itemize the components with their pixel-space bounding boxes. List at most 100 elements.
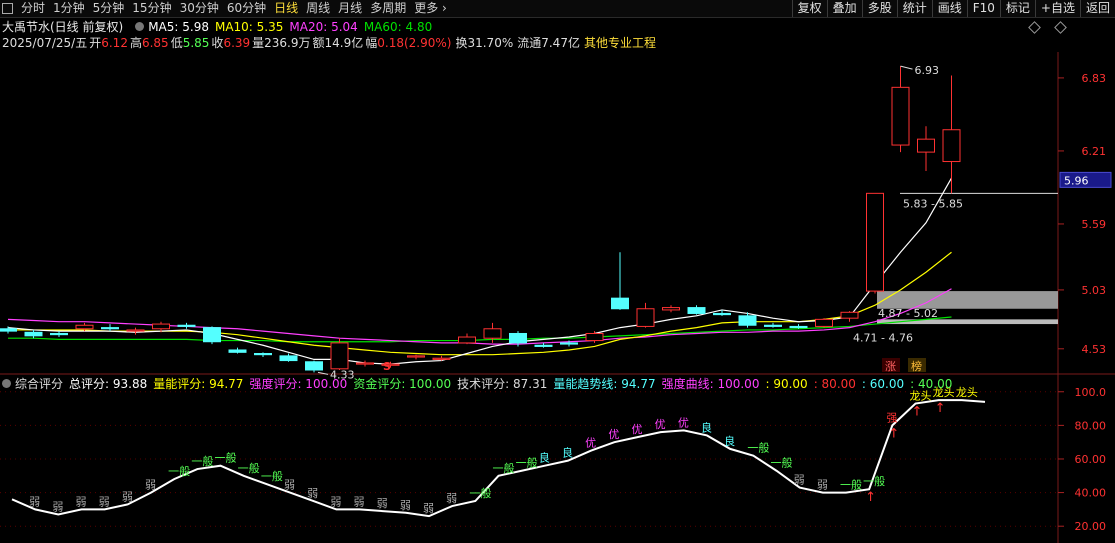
- toolbar-buttons: 复权 叠加 多股 统计 画线 F10 标记 +自选 返回: [791, 0, 1115, 17]
- industry[interactable]: 其他专业工程: [584, 34, 656, 51]
- score-label-26: 优: [632, 423, 643, 436]
- window-icon[interactable]: [2, 3, 13, 14]
- close-key: 收: [211, 36, 224, 50]
- low-key: 低: [170, 36, 183, 50]
- score-label-8: 一般: [215, 452, 237, 465]
- candle-body-32: [815, 318, 833, 327]
- score-label-16: 弱: [400, 499, 411, 512]
- tab-8[interactable]: 月线: [338, 0, 362, 17]
- toolbar-button-2[interactable]: 多股: [861, 0, 897, 17]
- score-label-29: 良: [701, 420, 712, 434]
- candle-body-30: [764, 324, 782, 327]
- level-60: : 60.00: [861, 376, 905, 391]
- candle-body-33: [840, 311, 859, 319]
- toolbar-button-4[interactable]: 画线: [931, 0, 967, 17]
- score-label-35: 一般: [840, 479, 862, 492]
- candle-body-14: [356, 362, 374, 365]
- diamond-icon[interactable]: [1028, 21, 1041, 34]
- fund-score: 资金评分: 100.00: [353, 377, 452, 391]
- high-marker-text: 6.93: [915, 64, 940, 77]
- settings-icon[interactable]: [135, 22, 145, 31]
- candle-body-7: [177, 324, 196, 327]
- ma20-line: [7, 288, 952, 345]
- tab-9[interactable]: 多周期: [370, 0, 406, 17]
- zone-upper-text: 5.83 - 5.85: [903, 197, 963, 210]
- total-score: 总评分: 93.88: [69, 377, 148, 391]
- candle-body-25: [636, 308, 655, 327]
- candle-body-26: [662, 307, 680, 311]
- price-tick-0: 6.83: [1082, 72, 1107, 85]
- toolbar-button-6[interactable]: 标记: [999, 0, 1035, 17]
- score-label-34: 弱: [817, 479, 828, 492]
- candle-body-24: [611, 297, 629, 310]
- ma10-label: MA10: 5.35: [214, 19, 284, 34]
- score-label-11: 弱: [284, 479, 295, 492]
- tab-3[interactable]: 15分钟: [132, 0, 171, 17]
- candle-body-12: [305, 361, 323, 371]
- tab-5[interactable]: 60分钟: [227, 0, 266, 17]
- score-label-5: 弱: [145, 479, 156, 492]
- score-label-10: 一般: [261, 470, 283, 483]
- low-value: 5.85: [182, 35, 210, 50]
- candle-body-34: [866, 192, 884, 292]
- up-arrow-1: ↑: [888, 426, 899, 441]
- score-tick-0: 100.0: [1075, 386, 1107, 399]
- tab-0[interactable]: 分时: [21, 0, 45, 17]
- ma10-line: [8, 251, 952, 356]
- price-tick-1: 6.21: [1082, 145, 1107, 158]
- high-value: 6.85: [141, 35, 169, 50]
- score-label-37: 强: [886, 411, 897, 424]
- ma20-label: MA20: 5.04: [289, 19, 358, 34]
- toolbar-button-8[interactable]: 返回: [1079, 0, 1115, 17]
- score-label-31: 一般: [747, 442, 769, 455]
- period-tabs: 分时 1分钟 5分钟 15分钟 30分钟 60分钟 日线 周线 月线 多周期 更多 ›: [2, 0, 455, 17]
- tab-10[interactable]: 更多 ›: [414, 0, 447, 17]
- price-chart[interactable]: 6.836.215.595.034.535.966.934.335.83 - 5…: [0, 0, 1115, 543]
- candle-body-19: [483, 328, 502, 339]
- up-arrow-3: ↑: [935, 401, 946, 416]
- stock-title[interactable]: 大禹节水(日线 前复权): [2, 18, 123, 35]
- candle-body-28: [713, 312, 731, 316]
- toolbar-button-3[interactable]: 统计: [896, 0, 932, 17]
- tab-4[interactable]: 30分钟: [180, 0, 219, 17]
- score-label-6: 一般: [168, 465, 190, 478]
- diamond-icon-2[interactable]: [1054, 21, 1067, 34]
- tab-6[interactable]: 日线: [274, 0, 298, 17]
- toolbar-button-7[interactable]: +自选: [1034, 0, 1080, 17]
- up-arrow-2: ↑: [912, 405, 923, 420]
- zone-band-mid: [877, 291, 1058, 309]
- score-label-25: 优: [608, 428, 619, 441]
- score-label-13: 弱: [330, 495, 341, 508]
- tab-1[interactable]: 1分钟: [53, 0, 85, 17]
- total-score-line: [11, 399, 986, 518]
- score-tick-2: 60.00: [1075, 453, 1107, 466]
- amount: 额14.9亿: [312, 36, 364, 50]
- tab-2[interactable]: 5分钟: [93, 0, 125, 17]
- price-tick-3: 5.03: [1082, 284, 1107, 297]
- candle-body-22: [560, 342, 578, 345]
- candle-body-6: [152, 323, 170, 330]
- indicator-settings-icon[interactable]: [2, 379, 11, 388]
- indicator-name[interactable]: 综合评分: [15, 375, 63, 392]
- toolbar-button-1[interactable]: 叠加: [826, 0, 862, 17]
- candle-body-17: [432, 357, 451, 360]
- toolbar-button-5[interactable]: F10: [966, 0, 1000, 17]
- indicator-header: 综合评分 总评分: 93.88 量能评分: 94.77 强度评分: 100.00…: [2, 376, 958, 391]
- score-label-7: 一般: [191, 455, 213, 468]
- sell-signal-mark: S: [383, 360, 391, 373]
- close-value: 6.39: [223, 35, 251, 50]
- candle-body-11: [279, 355, 298, 362]
- tab-7[interactable]: 周线: [306, 0, 330, 17]
- toolbar-button-0[interactable]: 复权: [791, 0, 827, 17]
- quote-line: 2025/07/25/五 开 6.12 高 6.85 低 5.85 收 6.39 量23…: [2, 34, 656, 51]
- up-arrow-0: ↑: [865, 490, 876, 505]
- stock-header: 大禹节水(日线 前复权) MA5: 5.98 MA10: 5.35 MA20: …: [2, 18, 438, 35]
- strength-score: 强度评分: 100.00: [249, 377, 348, 391]
- score-label-0: 弱: [29, 495, 40, 508]
- score-label-19: 一般: [469, 487, 491, 500]
- open-key: 开: [89, 36, 102, 50]
- high-marker-line: [900, 65, 913, 70]
- score-label-17: 弱: [423, 502, 434, 515]
- current-price-text: 5.96: [1064, 174, 1089, 187]
- candle-body-29: [738, 315, 757, 326]
